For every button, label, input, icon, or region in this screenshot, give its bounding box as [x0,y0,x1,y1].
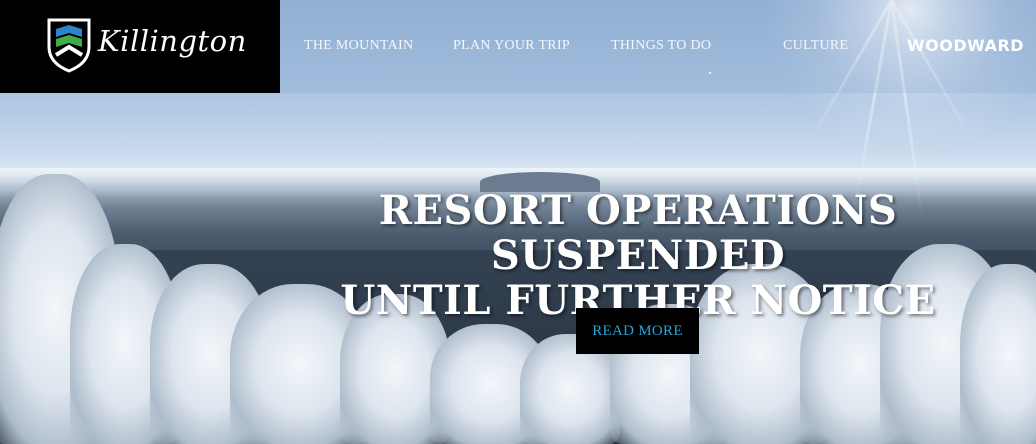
brand-name: Killington [98,24,247,58]
hero-banner: Killington THE MOUNTAIN PLAN YOUR TRIP T… [0,0,1036,444]
nav-things-to-do[interactable]: THINGS TO DO [611,38,711,54]
hero-headline: RESORT OPERATIONS SUSPENDED UNTIL FURTHE… [230,188,1036,323]
nav-culture[interactable]: CULTURE [783,38,848,54]
nav-the-mountain[interactable]: THE MOUNTAIN [304,38,413,54]
killington-shield-icon [47,18,91,73]
nav-woodward[interactable]: WOODWARD [907,36,1024,55]
headline-line-1: RESORT OPERATIONS SUSPENDED [378,187,898,279]
read-more-button[interactable]: READ MORE [576,308,699,354]
nav-plan-your-trip[interactable]: PLAN YOUR TRIP [453,38,570,54]
logo-link[interactable]: Killington [0,0,280,93]
nav-indicator-dot [709,72,711,74]
